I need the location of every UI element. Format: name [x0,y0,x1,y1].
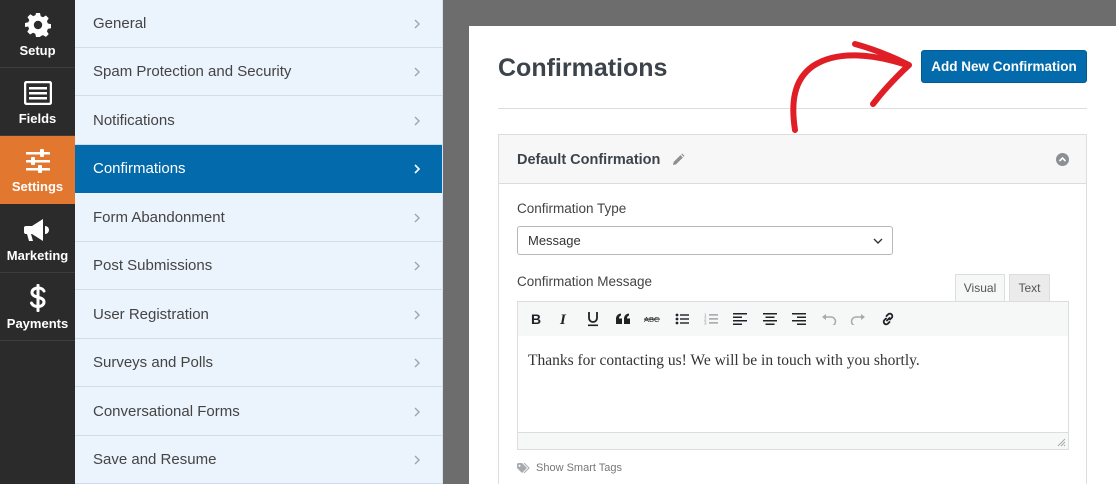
blockquote-icon[interactable] [612,309,634,329]
confirmation-name: Default Confirmation [517,152,661,168]
fields-icon [23,78,53,108]
align-center-icon[interactable] [759,309,781,329]
underline-icon[interactable] [582,309,604,329]
rail-label: Payments [6,315,69,331]
chevron-right-icon [414,213,420,223]
message-text: Thanks for contacting us! We will be in … [528,352,920,369]
chevron-right-icon [414,116,420,126]
confirmation-header: Default Confirmation [499,135,1086,184]
bulleted-list-icon[interactable] [671,309,693,329]
strikethrough-icon[interactable]: ABC [641,309,663,329]
chevron-right-icon [414,19,420,29]
settings-submenu: General Spam Protection and Security Not… [75,0,443,484]
submenu-item-label: Conversational Forms [93,403,240,420]
svg-text:3: 3 [704,321,707,326]
svg-text:I: I [559,312,567,326]
megaphone-icon [23,215,53,245]
link-icon[interactable] [877,309,899,329]
submenu-item-general[interactable]: General [75,0,442,48]
chevron-right-icon [414,164,421,174]
bold-icon[interactable]: B [525,309,547,329]
submenu-item-confirmations[interactable]: Confirmations [75,145,442,193]
submenu-item-user-registration[interactable]: User Registration [75,291,442,339]
submenu-item-label: Spam Protection and Security [93,63,292,80]
page-title: Confirmations [498,54,668,82]
svg-text:B: B [531,312,541,326]
rail-item-payments[interactable]: Payments [0,273,75,341]
submenu-item-label: Surveys and Polls [93,354,214,371]
confirmation-type-select[interactable]: Message [517,226,893,255]
rail-label: Settings [11,179,64,194]
chevron-right-icon [414,261,420,271]
tab-visual[interactable]: Visual [955,274,1005,301]
confirmation-message-label: Confirmation Message [517,274,653,289]
gear-icon [23,10,53,40]
smart-tags-label: Show Smart Tags [536,462,623,474]
collapse-icon[interactable] [1056,153,1069,166]
rail-label: Setup [19,42,56,58]
align-right-icon[interactable] [788,309,810,329]
message-editor[interactable]: Thanks for contacting us! We will be in … [517,336,1069,433]
add-new-confirmation-button[interactable]: Add New Confirmation [921,50,1087,83]
chevron-right-icon [414,455,420,465]
confirmation-type-label: Confirmation Type [517,201,627,216]
confirmation-block: Default Confirmation Confirmation Type M… [498,134,1087,484]
undo-icon[interactable] [818,309,840,329]
show-smart-tags-link[interactable]: Show Smart Tags [517,462,622,474]
chevron-right-icon [414,407,420,417]
editor-statusbar [517,432,1069,450]
submenu-item-label: Post Submissions [93,257,213,274]
numbered-list-icon[interactable]: 123 [700,309,722,329]
annotation-arrow-icon [790,41,912,133]
submenu-item-surveys-polls[interactable]: Surveys and Polls [75,339,442,387]
submenu-item-label: General [93,15,147,32]
submenu-item-form-abandonment[interactable]: Form Abandonment [75,194,442,242]
tab-text[interactable]: Text [1009,274,1050,301]
select-value: Message [528,233,581,248]
dollar-icon [23,283,53,313]
submenu-item-conversational-forms[interactable]: Conversational Forms [75,388,442,436]
chevron-right-icon [414,358,420,368]
chevron-down-icon [873,238,883,244]
submenu-item-post-submissions[interactable]: Post Submissions [75,242,442,290]
rail-item-fields[interactable]: Fields [0,68,75,136]
builder-rail: Setup Fields Settings Marketing Payments [0,0,75,484]
sliders-icon [23,146,53,176]
align-left-icon[interactable] [729,309,751,329]
italic-icon[interactable]: I [553,309,575,329]
redo-icon[interactable] [847,309,869,329]
chevron-right-icon [414,67,420,77]
rail-item-setup[interactable]: Setup [0,0,75,68]
editor-toolbar: B I ABC 123 [517,301,1069,337]
resize-handle-icon[interactable] [1057,438,1066,447]
rail-item-marketing[interactable]: Marketing [0,205,75,273]
rail-label: Fields [18,110,57,126]
submenu-item-label: Save and Resume [93,451,217,468]
submenu-item-spam-protection[interactable]: Spam Protection and Security [75,48,442,96]
chevron-right-icon [414,310,420,320]
submenu-item-label: Notifications [93,112,175,129]
submenu-item-notifications[interactable]: Notifications [75,97,442,145]
submenu-item-label: Confirmations [93,160,186,177]
pencil-icon[interactable] [671,153,685,167]
submenu-item-label: Form Abandonment [93,209,225,226]
rail-label: Marketing [6,247,69,263]
tag-icon [517,463,530,473]
submenu-item-save-resume[interactable]: Save and Resume [75,436,442,484]
rail-item-settings[interactable]: Settings [0,136,75,204]
submenu-item-label: User Registration [93,306,209,323]
